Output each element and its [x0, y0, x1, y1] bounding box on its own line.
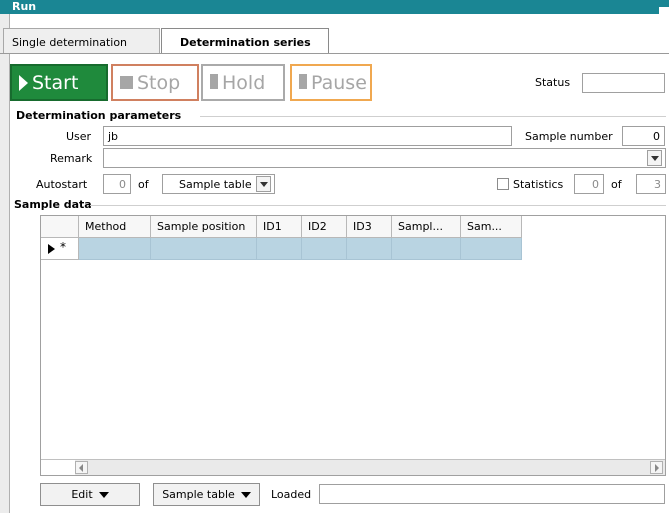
- sample-data-heading: Sample data: [14, 198, 92, 211]
- row-selector[interactable]: *: [41, 238, 79, 260]
- window-left-border: [0, 14, 10, 513]
- stop-icon: [120, 76, 133, 89]
- sample-table-button[interactable]: Sample table: [153, 483, 260, 506]
- scroll-left-icon[interactable]: [75, 461, 88, 474]
- pause-button[interactable]: Pause: [290, 64, 372, 101]
- table-cell[interactable]: [257, 238, 302, 260]
- column-header[interactable]: Sam...: [461, 216, 522, 238]
- hold-label: Hold: [222, 71, 266, 94]
- autostart-source-dropdown-icon[interactable]: [256, 176, 271, 192]
- statistics-total-field[interactable]: 3: [636, 174, 666, 194]
- start-button[interactable]: Start: [10, 64, 108, 101]
- column-header[interactable]: ID1: [257, 216, 302, 238]
- column-header[interactable]: ID2: [302, 216, 347, 238]
- chevron-down-icon: [98, 491, 109, 498]
- edit-button[interactable]: Edit: [40, 483, 140, 506]
- window-title: Run: [12, 0, 37, 13]
- sample-number-field[interactable]: 0: [622, 126, 665, 146]
- status-field: [582, 73, 665, 93]
- user-label: User: [66, 130, 92, 143]
- column-header[interactable]: Sampl...: [392, 216, 461, 238]
- table-cell[interactable]: [302, 238, 347, 260]
- new-row-marker: *: [60, 240, 66, 254]
- table-cell[interactable]: [347, 238, 392, 260]
- table-cell[interactable]: [79, 238, 151, 260]
- section-divider: [90, 205, 666, 206]
- remark-dropdown-icon[interactable]: [647, 150, 662, 166]
- remark-label: Remark: [50, 152, 93, 165]
- pause-label: Pause: [311, 71, 367, 94]
- hold-icon: [210, 72, 218, 94]
- chevron-down-icon: [240, 491, 251, 498]
- scroll-right-icon[interactable]: [650, 461, 663, 474]
- autostart-of-label: of: [138, 178, 149, 191]
- user-field[interactable]: jb: [103, 126, 512, 146]
- statistics-count-field[interactable]: 0: [574, 174, 604, 194]
- determination-parameters-heading: Determination parameters: [16, 109, 182, 122]
- edit-label: Edit: [71, 488, 93, 501]
- statistics-label: Statistics: [513, 178, 564, 191]
- tab-determination-series[interactable]: Determination series: [161, 28, 329, 54]
- pause-icon: [299, 72, 307, 94]
- autostart-label: Autostart: [36, 178, 88, 191]
- stop-label: Stop: [137, 71, 181, 94]
- table-cell[interactable]: [392, 238, 461, 260]
- row-header-corner: [41, 216, 79, 238]
- table-cell[interactable]: [151, 238, 257, 260]
- loaded-label: Loaded: [271, 488, 312, 501]
- loaded-field: [319, 484, 665, 504]
- hold-button[interactable]: Hold: [201, 64, 285, 101]
- statistics-of-label: of: [611, 178, 622, 191]
- statistics-checkbox[interactable]: [497, 178, 509, 190]
- sample-table-label: Sample table: [162, 488, 235, 501]
- horizontal-scrollbar[interactable]: [41, 459, 665, 475]
- sample-data-table[interactable]: Method Sample position ID1 ID2 ID3 Sampl…: [40, 215, 666, 476]
- column-header[interactable]: Method: [79, 216, 151, 238]
- autostart-count-field[interactable]: 0: [103, 174, 131, 194]
- table-cell[interactable]: [461, 238, 522, 260]
- tab-divider: [0, 53, 669, 54]
- status-label: Status: [535, 76, 571, 89]
- current-row-icon: [48, 244, 55, 254]
- scrollbar-corner: [41, 460, 75, 475]
- sample-number-label: Sample number: [525, 130, 613, 143]
- remark-field[interactable]: [103, 148, 666, 168]
- stop-button[interactable]: Stop: [111, 64, 199, 101]
- tab-single-determination[interactable]: Single determination: [3, 28, 160, 53]
- column-header[interactable]: ID3: [347, 216, 392, 238]
- start-label: Start: [32, 71, 79, 94]
- section-divider: [200, 116, 666, 117]
- play-icon: [19, 74, 28, 91]
- column-header[interactable]: Sample position: [151, 216, 257, 238]
